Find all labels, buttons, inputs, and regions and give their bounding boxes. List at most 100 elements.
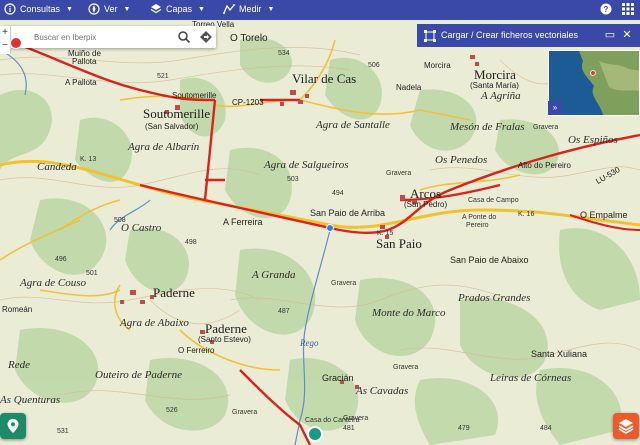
map-label: Gravera <box>533 124 559 131</box>
layers-icon <box>150 4 162 14</box>
minimap-collapse-button[interactable]: » <box>548 101 562 115</box>
map-label: Pallota <box>72 57 97 66</box>
directions-icon[interactable] <box>199 30 213 44</box>
map-label: Outeiro de Paderne <box>95 369 182 381</box>
menu-capas[interactable]: Capas ▼ <box>150 3 205 15</box>
elevation-label: 498 <box>185 239 197 246</box>
layers-button[interactable] <box>613 413 639 439</box>
elevation-label: 521 <box>157 73 169 80</box>
map-label: San Paio de Arriba <box>310 208 386 218</box>
map-label: Casa de Campo <box>468 197 519 204</box>
map-label: Agra de Santalle <box>316 119 390 131</box>
map-label: As Cavadas <box>356 385 409 397</box>
zoom-in-button[interactable]: + <box>0 26 10 39</box>
map-canvas[interactable]: Torreo Vella Muiño de Pallota O Torelo A… <box>0 0 640 445</box>
map-label: Gravera <box>331 280 357 287</box>
map-label: Gracián <box>322 373 354 383</box>
apps-grid-icon[interactable] <box>622 3 634 15</box>
vector-edit-icon <box>424 30 436 42</box>
map-label: Mesón de Fralas <box>450 121 525 133</box>
topbar-right-icons: ? <box>600 3 634 15</box>
elevation-label: 508 <box>114 217 126 224</box>
ruler-icon <box>223 4 235 14</box>
elevation-label: 531 <box>57 428 69 435</box>
map-label: Os Espiños <box>568 134 618 146</box>
menu-label: Medir <box>239 4 262 14</box>
map-label: Santa Xuliana <box>531 349 588 359</box>
map-label: Gravera <box>393 364 419 371</box>
map-label: Monte do Marco <box>372 307 446 319</box>
menu-medir[interactable]: Medir ▼ <box>223 3 274 15</box>
search-box <box>1 26 216 48</box>
map-label: Agra de Albarín <box>128 141 200 153</box>
home-icon[interactable] <box>10 37 22 49</box>
compass-icon <box>88 3 100 15</box>
elevation-label: 526 <box>166 407 178 414</box>
elevation-label: 496 <box>55 256 67 263</box>
menu-ver[interactable]: Ver ▼ <box>88 3 130 15</box>
map-label: Agra de Abaixo <box>120 317 189 329</box>
elevation-label: 487 <box>278 308 290 315</box>
maximize-icon[interactable]: ▭ <box>604 29 616 41</box>
map-label: (Santa María) <box>470 81 519 90</box>
crosshair-icon[interactable] <box>307 426 323 442</box>
map-label: A Agriña <box>481 90 521 102</box>
elevation-label: 481 <box>343 425 355 432</box>
map-label: Gravera <box>386 170 412 177</box>
map-label: Nadela <box>396 83 422 92</box>
menu-label: Capas <box>166 4 193 14</box>
elevation-label: 503 <box>287 176 299 183</box>
map-label: Alto do Pereiro <box>518 161 571 170</box>
map-label: Agra de Couso <box>20 277 86 289</box>
map-label: A Ponte do <box>462 214 497 221</box>
map-label: O Ferreiro <box>178 346 215 355</box>
menu-label: Consultas <box>20 4 61 14</box>
map-label: Paderne <box>205 321 247 336</box>
map-label: Pereiro <box>466 222 489 229</box>
map-label: (San Salvador) <box>145 122 199 131</box>
panel-title: Cargar / Crear ficheros vectoriales <box>441 30 579 40</box>
map-label: O Empalme <box>580 210 628 220</box>
map-label: Leiras de Córneas <box>490 372 572 384</box>
search-icon[interactable] <box>177 30 191 44</box>
chevron-down-icon: ▼ <box>267 5 275 13</box>
elevation-label: 479 <box>458 425 470 432</box>
map-label: Vilar de Cas <box>292 71 357 86</box>
close-icon[interactable]: ✕ <box>621 29 633 41</box>
map-label: K. 13 <box>80 156 97 163</box>
search-input[interactable] <box>34 30 169 44</box>
elevation-label: 501 <box>86 270 98 277</box>
map-label: Gravera <box>343 415 369 422</box>
zoom-out-button[interactable]: − <box>0 39 10 52</box>
help-icon[interactable]: ? <box>600 3 612 15</box>
map-label: O Castro <box>121 222 162 234</box>
map-label: A Ferreira <box>223 217 263 227</box>
map-label: K. 16 <box>518 211 535 218</box>
map-label: Paderne <box>153 285 195 300</box>
map-label: Rede <box>8 359 30 371</box>
map-label: (San Pedro) <box>404 200 448 209</box>
location-button[interactable] <box>0 413 26 439</box>
location-marker[interactable] <box>326 224 334 232</box>
svg-text:?: ? <box>604 5 609 14</box>
map-label: Soutomerille <box>172 91 217 100</box>
map-label: Romeán <box>2 305 33 314</box>
menu-label: Ver <box>104 4 118 14</box>
map-pin-icon <box>7 419 19 433</box>
menu-consultas[interactable]: Consultas ▼ <box>4 3 73 15</box>
chevron-down-icon: ▼ <box>66 5 73 13</box>
map-label: San Paio de Abaixo <box>450 255 529 265</box>
map-label: Morcira <box>474 67 516 82</box>
river-label: Rego <box>300 338 319 348</box>
map-label: Morcira <box>424 61 451 70</box>
elevation-label: 506 <box>368 62 380 69</box>
map-label: (Santo Estevo) <box>198 335 251 344</box>
elevation-label: 534 <box>278 50 290 57</box>
chevron-down-icon: ▼ <box>123 5 131 13</box>
map-label: Os Penedos <box>435 154 488 166</box>
road-label: CP-1203 <box>232 98 264 107</box>
chevron-down-icon: ▼ <box>198 5 205 13</box>
map-label: As Quenturas <box>0 394 61 406</box>
top-menu-bar: Consultas ▼ Ver ▼ Capas ▼ Medir ▼ ? <box>0 0 640 20</box>
map-label: Soutomerille <box>143 106 211 121</box>
